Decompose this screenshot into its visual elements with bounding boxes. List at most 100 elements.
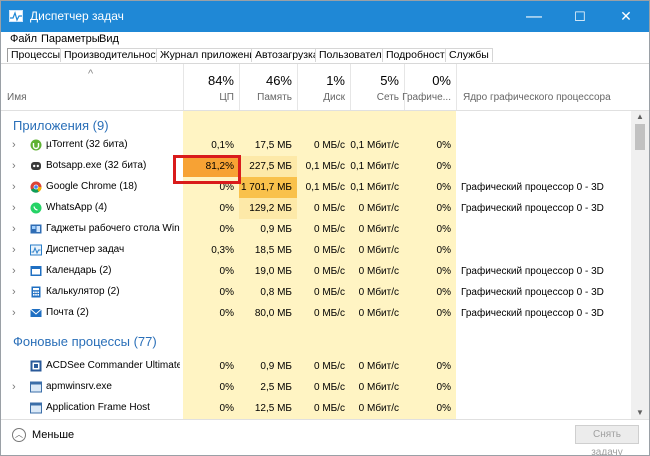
menu-file[interactable]: Файл (10, 33, 37, 45)
network-value: 0,1 Мбит/с (350, 182, 399, 193)
gpu-value: 0% (436, 287, 451, 298)
network-value: 0 Мбит/с (358, 287, 399, 298)
group-header-background[interactable]: Фоновые процессы (77) (1, 331, 631, 353)
vertical-scrollbar[interactable]: ▲ ▼ (631, 111, 649, 419)
network-value: 0 Мбит/с (358, 245, 399, 256)
process-name: WhatsApp (4) (46, 202, 108, 213)
memory-value: 18,5 МБ (254, 245, 292, 256)
tab-strip: Процессы Производительность Журнал прило… (1, 47, 649, 64)
scroll-down-icon[interactable]: ▼ (631, 407, 649, 419)
network-value: 0 Мбит/с (358, 203, 399, 214)
tab-users[interactable]: Пользователи (315, 48, 392, 62)
tab-performance[interactable]: Производительность (60, 48, 170, 62)
cpu-value: 0% (219, 403, 234, 414)
expand-chevron-icon[interactable]: › (12, 202, 20, 214)
expand-chevron-icon[interactable]: › (12, 160, 20, 172)
maximize-button[interactable]: ☐ (557, 1, 603, 32)
table-row[interactable]: Application Frame Host 0% 12,5 МБ 0 МБ/с… (1, 398, 631, 419)
disk-value: 0 МБ/с (313, 245, 345, 256)
cpu-value: 0% (219, 382, 234, 393)
expand-chevron-icon[interactable]: › (12, 286, 20, 298)
table-row[interactable]: › µTorrent (32 бита) 0,1% 17,5 МБ 0 МБ/с… (1, 135, 631, 156)
table-row[interactable]: › Почта (2) 0% 80,0 МБ 0 МБ/с 0 Мбит/с 0… (1, 303, 631, 324)
column-memory[interactable]: 46% Память (239, 64, 297, 110)
table-row[interactable]: ACDSee Commander Ultimate 10 0% 0,9 МБ 0… (1, 356, 631, 377)
column-cpu[interactable]: 84% ЦП (183, 64, 239, 110)
disk-value: 0 МБ/с (313, 287, 345, 298)
table-row[interactable]: › Гаджеты рабочего стола Wind... 0% 0,9 … (1, 219, 631, 240)
column-gpu-engine[interactable]: Ядро графического процессора (456, 64, 649, 110)
table-row[interactable]: › WhatsApp (4) 0% 129,2 МБ 0 МБ/с 0 Мбит… (1, 198, 631, 219)
table-row[interactable]: › Календарь (2) 0% 19,0 МБ 0 МБ/с 0 Мбит… (1, 261, 631, 282)
column-headers: ^ Имя 84% ЦП 46% Память 1% Диск 5% Сеть … (1, 64, 649, 111)
scrollbar-thumb[interactable] (635, 124, 645, 150)
end-task-button[interactable]: Снять задачу (575, 425, 639, 455)
column-network[interactable]: 5% Сеть (350, 64, 404, 110)
collapse-up-icon[interactable]: ︿ (12, 428, 26, 442)
process-name: Google Chrome (18) (46, 181, 138, 192)
memory-value: 0,9 МБ (260, 361, 292, 372)
gpu-engine-value (456, 156, 631, 177)
cpu-value: 0,1% (211, 140, 234, 151)
table-row[interactable]: › Google Chrome (18) 0% 1 701,7 МБ 0,1 М… (1, 177, 631, 198)
mail-icon (30, 308, 42, 317)
table-row[interactable]: › Диспетчер задач 0,3% 18,5 МБ 0 МБ/с 0 … (1, 240, 631, 261)
gpu-value: 0% (436, 161, 451, 172)
disk-value: 0 МБ/с (313, 382, 345, 393)
close-icon: ✕ (620, 8, 632, 24)
cpu-total: 84% (207, 73, 234, 88)
expand-chevron-icon[interactable]: › (12, 381, 20, 393)
gpu-engine-value (456, 398, 631, 419)
expand-chevron-icon[interactable]: › (12, 244, 20, 256)
gpu-value: 0% (436, 182, 451, 193)
tab-app-history[interactable]: Журнал приложений (156, 48, 265, 62)
minimize-button[interactable]: — (511, 1, 557, 32)
group-title-background: Фоновые процессы (77) (13, 334, 157, 349)
gadgets-icon (30, 224, 42, 234)
maximize-icon: ☐ (574, 8, 586, 24)
gpu-value: 0% (436, 266, 451, 277)
gpu-engine-value: Графический процессор 0 - 3D (461, 308, 604, 319)
expand-chevron-icon[interactable]: › (12, 265, 20, 277)
memory-value: 17,5 МБ (254, 140, 292, 151)
table-row[interactable]: › apmwinsrv.exe 0% 2,5 МБ 0 МБ/с 0 Мбит/… (1, 377, 631, 398)
memory-value: 129,2 МБ (239, 198, 297, 219)
cpu-value: 0% (219, 308, 234, 319)
table-row[interactable]: › Калькулятор (2) 0% 0,8 МБ 0 МБ/с 0 Мби… (1, 282, 631, 303)
expand-chevron-icon[interactable]: › (12, 181, 20, 193)
menu-view[interactable]: Вид (99, 33, 119, 45)
column-gpu-engine-label: Ядро графического процессора (463, 92, 611, 103)
disk-value: 0 МБ/с (313, 308, 345, 319)
menu-options[interactable]: Параметры (41, 33, 100, 45)
tab-details[interactable]: Подробности (382, 48, 455, 62)
gpu-engine-value: Графический процессор 0 - 3D (461, 182, 604, 193)
tab-services[interactable]: Службы (445, 48, 493, 62)
chrome-icon (30, 181, 42, 193)
column-name[interactable]: ^ Имя (1, 64, 183, 110)
disk-value: 0 МБ/с (313, 203, 345, 214)
group-header-apps[interactable]: Приложения (9) (1, 115, 631, 135)
gpu-value: 0% (436, 308, 451, 319)
memory-value: 0,8 МБ (260, 287, 292, 298)
table-row[interactable]: › Botsapp.exe (32 бита) 81,2% 227,5 МБ 0… (1, 156, 631, 177)
column-disk[interactable]: 1% Диск (297, 64, 350, 110)
acdsee-icon (30, 360, 42, 372)
expand-chevron-icon[interactable]: › (12, 139, 20, 151)
gpu-value: 0% (436, 224, 451, 235)
minimize-icon: — (526, 7, 542, 25)
tab-startup[interactable]: Автозагрузка (251, 48, 323, 62)
gpu-value: 0% (436, 403, 451, 414)
close-button[interactable]: ✕ (603, 1, 649, 32)
menu-bar: Файл Параметры Вид (1, 32, 649, 47)
column-gpu[interactable]: 0% Графиче... (402, 64, 456, 110)
tab-processes[interactable]: Процессы (7, 48, 65, 62)
highlight-box (173, 155, 241, 184)
gpu-engine-value: Графический процессор 0 - 3D (461, 287, 604, 298)
expand-chevron-icon[interactable]: › (12, 307, 20, 319)
expand-chevron-icon[interactable]: › (12, 223, 20, 235)
group-title-apps: Приложения (9) (13, 118, 109, 133)
scroll-up-icon[interactable]: ▲ (631, 111, 649, 123)
app-frame-icon (30, 402, 42, 414)
gpu-engine-value: Графический процессор 0 - 3D (461, 203, 604, 214)
fewer-details-link[interactable]: Меньше (32, 429, 74, 441)
